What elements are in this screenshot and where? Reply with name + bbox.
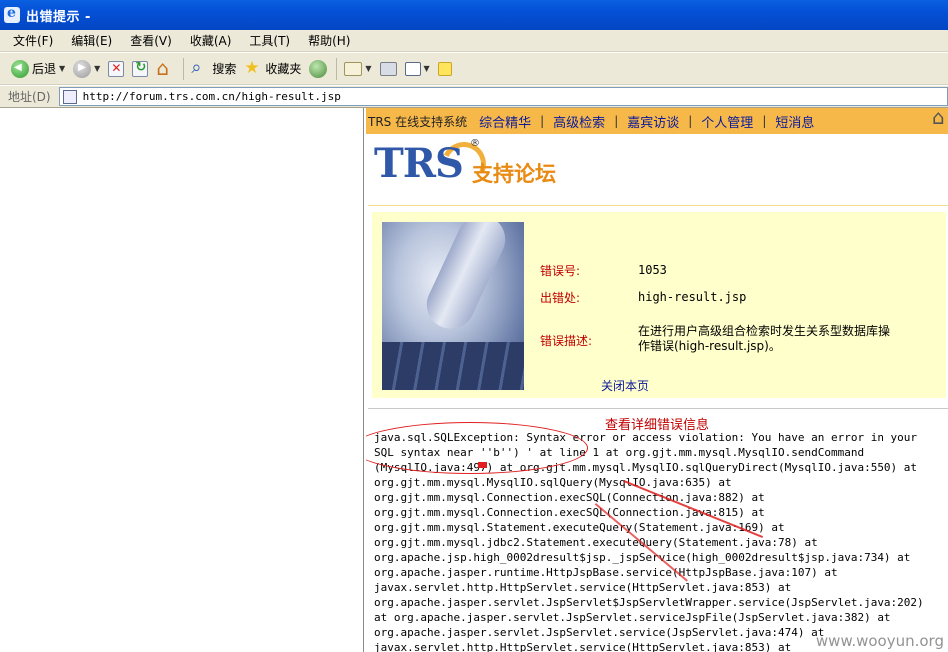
error-panel: 错误号: 1053 出错处: high-result.jsp 错误描述: 在进行… [372,212,946,398]
site-brand[interactable]: TRS 在线支持系统 [368,113,467,130]
nav-link-personal[interactable]: 个人管理 [701,112,753,131]
forward-arrow-icon [73,59,92,78]
trace-line: org.apache.jasper.runtime.HttpJspBase.se… [374,566,838,579]
address-bar: 地址(D) http://forum.trs.com.cn/high-resul… [0,86,948,108]
print-button[interactable] [377,56,400,82]
refresh-button[interactable] [129,56,151,82]
menu-view[interactable]: 查看(V) [121,32,181,49]
menu-edit[interactable]: 编辑(E) [62,32,121,49]
trace-line: org.gjt.mm.mysql.Connection.execSQL(Conn… [374,491,765,504]
refresh-icon [132,60,149,77]
stop-button[interactable] [105,56,127,82]
forward-button[interactable]: ▼ [70,56,103,82]
logo-tagline: 支持论坛 [472,162,556,186]
page-content: TRS 在线支持系统 综合精华 | 高级检索 | 嘉宾访谈 | 个人管理 | 短… [366,108,948,652]
note-icon [437,61,452,76]
home-button[interactable] [153,56,177,82]
error-location-label: 出错处: [540,291,581,305]
media-icon [309,59,328,78]
mail-icon [344,61,363,76]
watermark: www.wooyun.org [815,632,944,650]
logo-registered-mark: ® [470,138,480,149]
error-desc-label: 错误描述: [540,334,593,348]
nav-link-advanced-search[interactable]: 高级检索 [553,112,605,131]
trace-line: org.gjt.mm.mysql.Statement.executeQuery(… [374,521,785,534]
nav-link-messages[interactable]: 短消息 [775,112,814,131]
address-input[interactable]: http://forum.trs.com.cn/high-result.jsp [58,87,948,106]
logo-text: TRS [374,140,464,187]
stop-icon [108,60,125,77]
nav-link-digest[interactable]: 综合精华 [479,112,531,131]
chevron-down-icon[interactable]: ▼ [94,64,100,73]
menu-favorites[interactable]: 收藏(A) [181,32,241,49]
home-icon[interactable] [932,108,948,129]
home-icon [156,56,174,80]
trace-line: org.gjt.mm.mysql.MysqlIO.sqlQuery(MysqlI… [374,476,732,489]
back-label: 后退 [32,62,57,76]
address-label: 地址(D) [8,90,51,104]
trace-line: org.gjt.mm.mysql.Connection.execSQL(Conn… [374,506,765,519]
edit-icon [404,61,421,76]
site-nav-bar: TRS 在线支持系统 综合精华 | 高级检索 | 嘉宾访谈 | 个人管理 | 短… [366,108,948,134]
favorites-button[interactable]: 收藏夹 [241,56,304,82]
notes-button[interactable] [435,56,455,82]
search-button[interactable]: 搜索 [188,56,239,82]
chevron-down-icon[interactable]: ▼ [59,64,65,73]
error-location-value: high-result.jsp [638,290,747,304]
trace-line: org.gjt.mm.mysql.jdbc2.Statement.execute… [374,536,818,549]
toolbar: 后退 ▼ ▼ 搜索 收藏夹 ▼ ▼ [0,53,948,85]
toolbar-divider [336,57,338,80]
trace-line: javax.servlet.http.HttpServlet.service(H… [374,581,792,594]
favorites-label: 收藏夹 [265,62,302,76]
page-icon [62,89,77,104]
keyboard-photo [382,222,524,390]
nav-link-interviews[interactable]: 嘉宾访谈 [627,112,679,131]
menu-tools[interactable]: 工具(T) [240,32,299,49]
printer-icon [379,61,397,76]
error-code-label: 错误号: [540,264,581,278]
menu-help[interactable]: 帮助(H) [299,32,359,49]
media-button[interactable] [306,56,330,82]
left-blank-panel [0,108,364,652]
title-bar: 出错提示 - [0,0,948,30]
menu-bar: 文件(F) 编辑(E) 查看(V) 收藏(A) 工具(T) 帮助(H) [0,30,948,52]
menu-file[interactable]: 文件(F) [4,32,62,49]
mail-button[interactable]: ▼ [341,56,374,82]
ie-icon [4,5,20,23]
trs-logo: TRS ® 支持论坛 [374,135,574,194]
error-desc-value: 在进行用户高级组合检索时发生关系型数据库操作错误(high-result.jsp… [638,324,891,353]
trace-line: org.apache.jasper.servlet.JspServlet$Jsp… [374,596,924,609]
back-button[interactable]: 后退 ▼ [8,56,68,82]
annotation-marker [478,462,487,468]
divider [368,408,948,409]
error-box: 错误号: 1053 出错处: high-result.jsp 错误描述: 在进行… [368,205,948,403]
back-arrow-icon [11,59,29,78]
error-code-value: 1053 [638,263,667,277]
window-title: 出错提示 - [26,9,91,25]
chevron-down-icon[interactable]: ▼ [424,64,430,73]
trace-line: at org.apache.jasper.servlet.JspServlet.… [374,611,891,624]
close-page-link[interactable]: 关闭本页 [601,377,649,394]
chevron-down-icon[interactable]: ▼ [365,64,371,73]
star-icon [244,58,262,78]
toolbar-divider [183,57,185,80]
search-label: 搜索 [212,62,237,76]
search-icon [191,57,209,78]
address-url[interactable]: http://forum.trs.com.cn/high-result.jsp [83,90,341,103]
edit-button[interactable]: ▼ [402,56,433,82]
